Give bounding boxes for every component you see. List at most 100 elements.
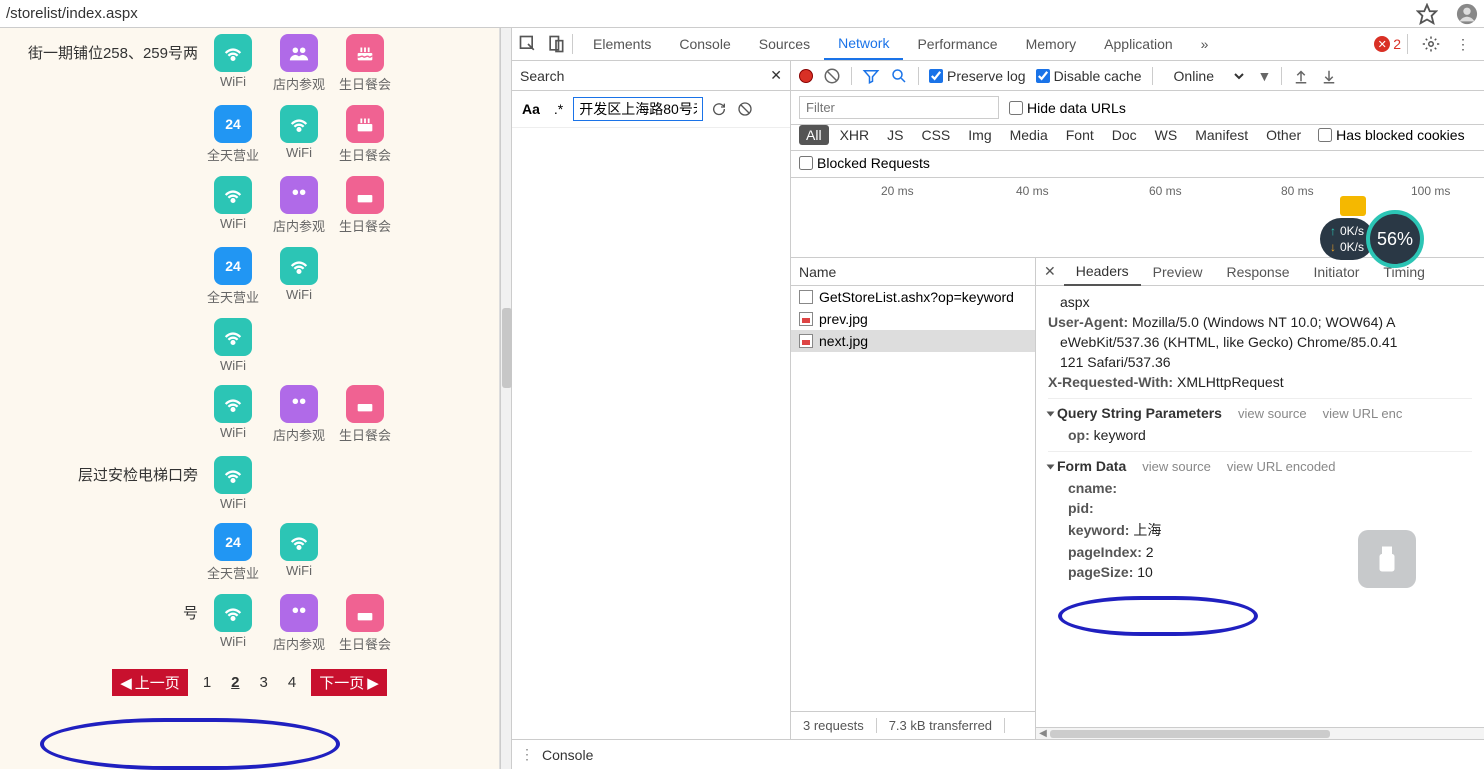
people-icon bbox=[280, 176, 318, 214]
clear-icon[interactable] bbox=[735, 99, 755, 119]
detail-tab-response[interactable]: Response bbox=[1214, 259, 1301, 285]
refresh-icon[interactable] bbox=[709, 99, 729, 119]
wifi-icon bbox=[214, 176, 252, 214]
filter-all[interactable]: All bbox=[799, 125, 829, 145]
allday-icon: 24 bbox=[214, 105, 252, 143]
network-panel: Preserve log Disable cache Online ▼ Hide… bbox=[791, 61, 1484, 739]
filter-js[interactable]: JS bbox=[880, 125, 910, 145]
system-monitor-widget[interactable]: ↑0K/s ↓0K/s 56% bbox=[1320, 210, 1424, 268]
filter-media[interactable]: Media bbox=[1003, 125, 1055, 145]
filter-types: All XHR JS CSS Img Media Font Doc WS Man… bbox=[799, 125, 1308, 145]
network-status: 3 requests 7.3 kB transferred bbox=[791, 711, 1035, 739]
console-drawer[interactable]: ⋮ Console bbox=[512, 739, 1484, 769]
tab-performance[interactable]: Performance bbox=[903, 29, 1011, 59]
filter-input[interactable] bbox=[799, 96, 999, 119]
store-list-pane: 街一期铺位258、259号两 WiFi 店内参观 生日餐会 24全天营业 WiF… bbox=[0, 28, 500, 769]
record-button[interactable] bbox=[799, 69, 813, 83]
splitter[interactable] bbox=[500, 28, 512, 769]
people-icon bbox=[280, 594, 318, 632]
url-bar: /storelist/index.aspx bbox=[0, 0, 1484, 28]
next-page-button[interactable]: 下一页▶ bbox=[311, 669, 387, 696]
page-1[interactable]: 1 bbox=[198, 672, 216, 693]
cake-icon bbox=[346, 594, 384, 632]
people-icon bbox=[280, 34, 318, 72]
wifi-icon bbox=[280, 247, 318, 285]
filter-css[interactable]: CSS bbox=[914, 125, 957, 145]
image-icon bbox=[799, 312, 813, 326]
request-list: Name GetStoreList.ashx?op=keyword prev.j… bbox=[791, 258, 1036, 739]
close-detail-icon[interactable]: ✕ bbox=[1036, 263, 1064, 280]
hide-urls-checkbox[interactable]: Hide data URLs bbox=[1009, 100, 1126, 116]
search-icon[interactable] bbox=[890, 67, 908, 85]
filter-other[interactable]: Other bbox=[1259, 125, 1308, 145]
filter-img[interactable]: Img bbox=[961, 125, 998, 145]
page-2[interactable]: 2 bbox=[226, 672, 244, 693]
preserve-log-checkbox[interactable]: Preserve log bbox=[929, 68, 1026, 84]
allday-icon: 24 bbox=[214, 247, 252, 285]
clear-icon[interactable] bbox=[823, 67, 841, 85]
cake-icon bbox=[346, 176, 384, 214]
horizontal-scrollbar[interactable]: ◀ bbox=[1036, 727, 1484, 739]
annotation-circle bbox=[1058, 596, 1258, 636]
blocked-cookies-checkbox[interactable]: Has blocked cookies bbox=[1318, 127, 1464, 143]
tab-more[interactable]: » bbox=[1187, 29, 1223, 59]
network-filter-row: Hide data URLs bbox=[791, 91, 1484, 125]
inspect-icon[interactable] bbox=[518, 34, 538, 54]
network-toolbar: Preserve log Disable cache Online ▼ bbox=[791, 61, 1484, 91]
error-badge-icon[interactable]: ✕ bbox=[1374, 36, 1390, 52]
search-pane: Search ✕ Aa .* bbox=[512, 61, 791, 739]
star-icon[interactable] bbox=[1416, 3, 1438, 25]
filter-ws[interactable]: WS bbox=[1148, 125, 1185, 145]
name-header[interactable]: Name bbox=[791, 258, 1035, 286]
cake-icon bbox=[346, 105, 384, 143]
search-input[interactable] bbox=[573, 97, 703, 121]
blocked-requests-checkbox[interactable]: Blocked Requests bbox=[799, 155, 1476, 171]
kebab-icon[interactable]: ⋮ bbox=[520, 746, 532, 763]
throttle-select[interactable]: Online bbox=[1163, 64, 1248, 88]
tab-elements[interactable]: Elements bbox=[579, 29, 665, 59]
request-row[interactable]: next.jpg bbox=[791, 330, 1035, 352]
disable-cache-checkbox[interactable]: Disable cache bbox=[1036, 68, 1142, 84]
request-row[interactable]: GetStoreList.ashx?op=keyword bbox=[791, 286, 1035, 308]
close-icon[interactable]: ✕ bbox=[770, 67, 782, 84]
case-toggle[interactable]: Aa bbox=[518, 99, 544, 119]
device-icon[interactable] bbox=[546, 34, 566, 54]
people-icon bbox=[280, 385, 318, 423]
filter-manifest[interactable]: Manifest bbox=[1188, 125, 1255, 145]
wifi-icon bbox=[214, 456, 252, 494]
tab-sources[interactable]: Sources bbox=[745, 29, 824, 59]
download-icon[interactable] bbox=[1320, 67, 1338, 85]
user-icon[interactable] bbox=[1456, 3, 1478, 25]
image-icon bbox=[799, 334, 813, 348]
filter-font[interactable]: Font bbox=[1059, 125, 1101, 145]
kebab-icon[interactable]: ⋮ bbox=[1448, 36, 1478, 53]
usb-icon[interactable] bbox=[1358, 530, 1416, 588]
allday-icon: 24 bbox=[214, 523, 252, 561]
upload-icon[interactable] bbox=[1292, 67, 1310, 85]
page-4[interactable]: 4 bbox=[283, 672, 301, 693]
regex-toggle[interactable]: .* bbox=[550, 99, 567, 119]
vip-badge-icon bbox=[1340, 196, 1366, 216]
wifi-icon bbox=[214, 385, 252, 423]
prev-page-button[interactable]: ◀上一页 bbox=[112, 669, 188, 696]
annotation-circle bbox=[40, 718, 340, 770]
tab-console[interactable]: Console bbox=[665, 29, 744, 59]
store-address: 街一期铺位258、259号两 bbox=[8, 34, 198, 63]
request-row[interactable]: prev.jpg bbox=[791, 308, 1035, 330]
wifi-icon bbox=[280, 523, 318, 561]
pagination: ◀上一页 1 2 3 4 下一页▶ bbox=[0, 659, 499, 706]
devtools-pane: Elements Console Sources Network Perform… bbox=[512, 28, 1484, 769]
detail-tab-preview[interactable]: Preview bbox=[1141, 259, 1215, 285]
filter-icon[interactable] bbox=[862, 67, 880, 85]
search-title: Search bbox=[520, 68, 564, 84]
cake-icon bbox=[346, 34, 384, 72]
page-3[interactable]: 3 bbox=[255, 672, 273, 693]
tab-network[interactable]: Network bbox=[824, 28, 903, 60]
filter-doc[interactable]: Doc bbox=[1105, 125, 1144, 145]
tab-memory[interactable]: Memory bbox=[1012, 29, 1091, 59]
gear-icon[interactable] bbox=[1414, 35, 1448, 53]
wifi-icon bbox=[214, 34, 252, 72]
tab-application[interactable]: Application bbox=[1090, 29, 1187, 59]
detail-tab-headers[interactable]: Headers bbox=[1064, 258, 1141, 286]
filter-xhr[interactable]: XHR bbox=[833, 125, 877, 145]
